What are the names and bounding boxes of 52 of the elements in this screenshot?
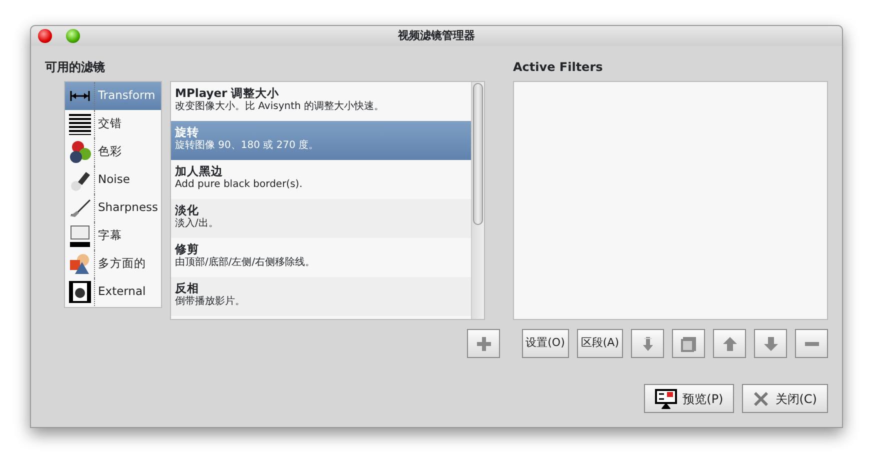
filter-item[interactable]: 加人黑边 Add pure black border(s). bbox=[171, 160, 471, 199]
filter-description: Add pure black border(s). bbox=[175, 178, 304, 191]
filter-item[interactable]: 反相 倒带播放影片。 bbox=[171, 277, 471, 316]
up-arrow-icon bbox=[722, 336, 738, 352]
scrollbar[interactable] bbox=[471, 82, 484, 319]
filter-item[interactable]: MPlayer 调整大小 改变图像大小。比 Avisynth 的调整大小快速。 bbox=[171, 82, 471, 121]
preview-button[interactable]: 预览(P) bbox=[644, 384, 734, 413]
copy-icon bbox=[680, 336, 696, 352]
close-icon bbox=[753, 390, 770, 406]
category-item[interactable]: 色彩 bbox=[65, 138, 161, 166]
filter-name: 旋转 bbox=[175, 125, 200, 139]
shapes-icon bbox=[68, 252, 92, 276]
film-icon bbox=[68, 280, 92, 304]
remove-button[interactable] bbox=[795, 329, 828, 358]
move-up-button[interactable] bbox=[713, 329, 746, 358]
zoom-light[interactable] bbox=[66, 29, 80, 43]
presentation-icon bbox=[654, 388, 677, 408]
category-item[interactable]: 多方面的 bbox=[65, 250, 161, 278]
toolbar-button[interactable]: 设置(O) bbox=[522, 329, 569, 358]
section-title: 可用的滤镜 bbox=[45, 59, 106, 76]
close-light[interactable] bbox=[38, 29, 52, 43]
move-bottom-button[interactable] bbox=[631, 329, 664, 358]
copy-button[interactable] bbox=[672, 329, 705, 358]
filter-description: 淡入/出。 bbox=[175, 217, 220, 230]
filter-name: 反相 bbox=[175, 281, 200, 295]
close-button[interactable]: 关闭(C) bbox=[742, 384, 828, 413]
filter-description: 改变图像大小。比 Avisynth 的调整大小快速。 bbox=[175, 100, 386, 113]
filter-item[interactable]: 修剪 由顶部/底部/左侧/右侧移除线。 bbox=[171, 238, 471, 277]
filter-name: 淡化 bbox=[175, 203, 200, 217]
move-down-button[interactable] bbox=[754, 329, 787, 358]
category-item[interactable]: External bbox=[65, 278, 161, 306]
window-title: 视频滤镜管理器 bbox=[398, 28, 475, 44]
filter-name: MPlayer 调整大小 bbox=[175, 86, 280, 100]
filter-name: 加人黑边 bbox=[175, 164, 224, 178]
filter-name: 修剪 bbox=[175, 242, 200, 256]
filter-description: 倒带播放影片。 bbox=[175, 295, 246, 308]
minus-icon bbox=[804, 342, 818, 346]
category-item[interactable]: Sharpness bbox=[65, 194, 161, 222]
color-balls-icon bbox=[68, 140, 92, 164]
category-item[interactable]: 字幕 bbox=[65, 222, 161, 250]
filter-description: 由顶部/底部/左侧/右侧移除线。 bbox=[175, 256, 316, 269]
plus-icon bbox=[476, 336, 492, 352]
category-item[interactable]: Noise bbox=[65, 166, 161, 194]
lines-icon bbox=[68, 112, 92, 136]
add-button[interactable] bbox=[467, 329, 500, 358]
category-item[interactable]: 交错 bbox=[65, 110, 161, 138]
section-title: Active Filters bbox=[513, 59, 604, 76]
filter-item[interactable]: 淡化 淡入/出。 bbox=[171, 199, 471, 238]
toolbar-button[interactable]: 区段(A) bbox=[576, 329, 623, 358]
filter-description: 旋转图像 90、180 或 270 度。 bbox=[175, 139, 320, 152]
subtitle-icon bbox=[68, 224, 92, 248]
down-arrow-icon bbox=[762, 336, 778, 352]
